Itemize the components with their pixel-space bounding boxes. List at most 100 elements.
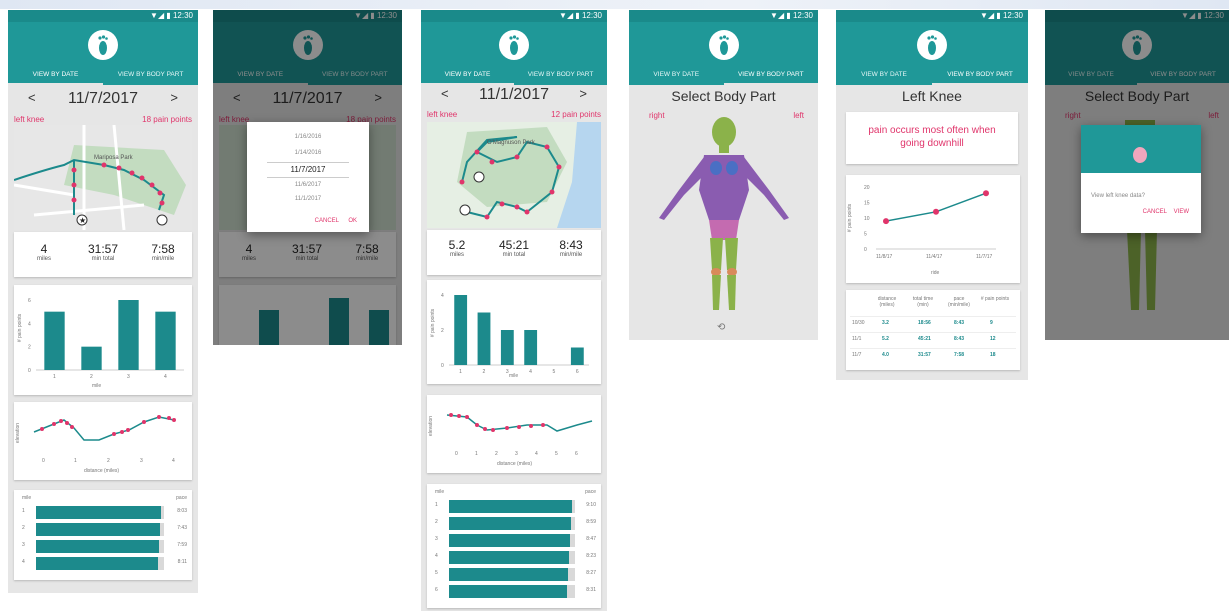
bar-mark	[81, 346, 102, 370]
pace-row-mile: 2	[22, 525, 25, 531]
next-date-button[interactable]: >	[579, 86, 587, 101]
bar-mark	[44, 311, 65, 370]
y-tick-label: 6	[28, 298, 31, 304]
tab-view-by-date[interactable]: VIEW BY DATE	[8, 67, 103, 85]
pace-bar	[36, 523, 160, 536]
view-button[interactable]: VIEW	[1174, 209, 1189, 215]
dialog-message: View left knee data?	[1091, 193, 1145, 199]
table-row-date: 11/1	[852, 336, 862, 342]
bar-mark	[454, 295, 468, 365]
pace-row-mile: 1	[22, 508, 25, 514]
cancel-button[interactable]: CANCEL	[1143, 209, 1167, 215]
table-header: distance (miles)	[877, 296, 897, 308]
x-axis-label: mile	[92, 383, 102, 389]
pace-row-value: 9:10	[586, 502, 596, 508]
svg-text:4: 4	[535, 451, 538, 457]
ok-button[interactable]: OK	[348, 218, 357, 224]
pain-per-mile-chart: 123456420 mile # pain points	[427, 280, 601, 384]
pace-bar	[449, 551, 569, 564]
picker-option[interactable]: 11/1/2017	[247, 196, 369, 202]
tab-view-by-date[interactable]: VIEW BY DATE	[836, 67, 932, 85]
stat-miles: 4 miles	[36, 242, 51, 262]
pace-bar	[449, 568, 568, 581]
pace-bar	[449, 534, 570, 547]
svg-text:5: 5	[555, 451, 558, 457]
tab-view-by-body-part[interactable]: VIEW BY BODY PART	[103, 67, 198, 85]
bar-mark	[570, 347, 584, 365]
status-bar: ▼◢ ▮ 12:30	[8, 10, 198, 22]
date-picker-dialog: 1/16/2016 1/14/2016 11/7/2017 11/6/2017 …	[247, 122, 369, 232]
table-header: total time (min)	[912, 296, 934, 308]
route-map[interactable]: O'Magnuson Park	[427, 122, 601, 228]
status-bar: ▼◢ ▮ 12:30	[629, 10, 818, 22]
prev-date-button[interactable]: <	[28, 90, 36, 105]
map-park-label: O'Magnuson Park	[487, 140, 536, 146]
y-axis-label: # pain points	[17, 313, 24, 343]
svg-text:6: 6	[575, 451, 578, 457]
table-row-divider	[850, 348, 1016, 349]
pace-bar	[449, 585, 567, 598]
elevation-chart: 0 1 2 3 4 5 6 distance (miles) elevation	[427, 395, 601, 473]
data-point	[983, 190, 989, 197]
y-tick-label: 20	[864, 185, 870, 191]
next-date-button[interactable]: >	[170, 90, 178, 105]
map-park-label: Mariposa Park	[94, 155, 134, 161]
pace-row-mile: 2	[435, 519, 438, 525]
status-bar: ▼◢ ▮ 12:30	[421, 10, 607, 22]
tab-view-by-body-part[interactable]: VIEW BY BODY PART	[723, 67, 818, 85]
table-cell: 9	[990, 320, 993, 326]
x-tick-label: 6	[576, 369, 579, 375]
screen-5: ▼◢ ▮ 12:30 VIEW BY DATE VIEW BY BODY PAR…	[836, 10, 1028, 380]
picker-option[interactable]: 1/14/2016	[247, 150, 369, 156]
pace-row-value: 8:27	[586, 570, 596, 576]
pace-header: pace	[176, 495, 187, 501]
x-tick-label: 5	[553, 369, 556, 375]
svg-text:2: 2	[495, 451, 498, 457]
pace-bar	[449, 500, 572, 513]
table-cell: 5.2	[882, 336, 889, 342]
app-bar: VIEW BY DATE VIEW BY BODY PART	[421, 22, 607, 85]
picker-selected[interactable]: 11/7/2017	[267, 162, 349, 178]
tab-view-by-body-part[interactable]: VIEW BY BODY PART	[932, 67, 1028, 85]
current-date[interactable]: 11/1/2017	[479, 86, 549, 103]
screen-4: ▼◢ ▮ 12:30 VIEW BY DATE VIEW BY BODY PAR…	[629, 10, 818, 340]
route-map[interactable]: ★ Mariposa Park	[14, 125, 192, 230]
picker-option[interactable]: 11/6/2017	[247, 182, 369, 188]
picker-option[interactable]: 1/16/2016	[247, 134, 369, 140]
x-tick-label: 11/7/17	[976, 254, 993, 260]
tab-view-by-date[interactable]: VIEW BY DATE	[421, 67, 514, 85]
x-axis-label: mile	[509, 373, 519, 379]
elevation-y-label: elevation	[428, 415, 435, 437]
current-date[interactable]: 11/7/2017	[68, 90, 138, 107]
tab-view-by-body-part[interactable]: VIEW BY BODY PART	[514, 67, 607, 85]
screen-1: ▼◢ ▮ 12:30 VIEW BY DATE VIEW BY BODY PAR…	[8, 10, 198, 593]
y-tick-label: 0	[864, 247, 867, 253]
body-model[interactable]	[644, 110, 804, 320]
table-cell: 45:21	[918, 336, 931, 342]
cancel-button[interactable]: CANCEL	[315, 218, 339, 224]
svg-text:1: 1	[74, 458, 77, 464]
table-cell: 31:57	[918, 352, 931, 358]
page-title: Left Knee	[902, 88, 962, 104]
tab-view-by-date[interactable]: VIEW BY DATE	[629, 67, 724, 85]
date-selector: < 11/7/2017 >	[8, 90, 198, 112]
x-axis-label: ride	[931, 270, 940, 276]
pace-row-value: 8:03	[177, 508, 187, 514]
pain-points-count: 12 pain points	[551, 110, 601, 119]
elevation-chart: 0 1 2 3 4 distance (miles) elevation	[14, 402, 192, 480]
pace-row-value: 8:59	[586, 519, 596, 525]
bar-mark	[477, 312, 491, 365]
pace-bar	[36, 540, 159, 553]
rotate-icon[interactable]: ⟲	[717, 322, 725, 333]
status-bar: ▼◢ ▮ 12:30	[836, 10, 1028, 22]
y-tick-label: 0	[441, 363, 444, 369]
table-cell: 4.0	[882, 352, 889, 358]
prev-date-button[interactable]: <	[441, 86, 449, 101]
date-selector: < 11/1/2017 >	[421, 86, 607, 108]
svg-text:4: 4	[172, 458, 175, 464]
pace-row-mile: 3	[22, 542, 25, 548]
x-tick-label: 4	[164, 374, 167, 380]
y-axis-label: # pain points	[430, 308, 437, 338]
pace-row-mile: 1	[435, 502, 438, 508]
pain-trend-chart: 20 15 10 5 0 11/8/17 11/4/17 11/7/17 ride # pai…	[846, 175, 1020, 283]
